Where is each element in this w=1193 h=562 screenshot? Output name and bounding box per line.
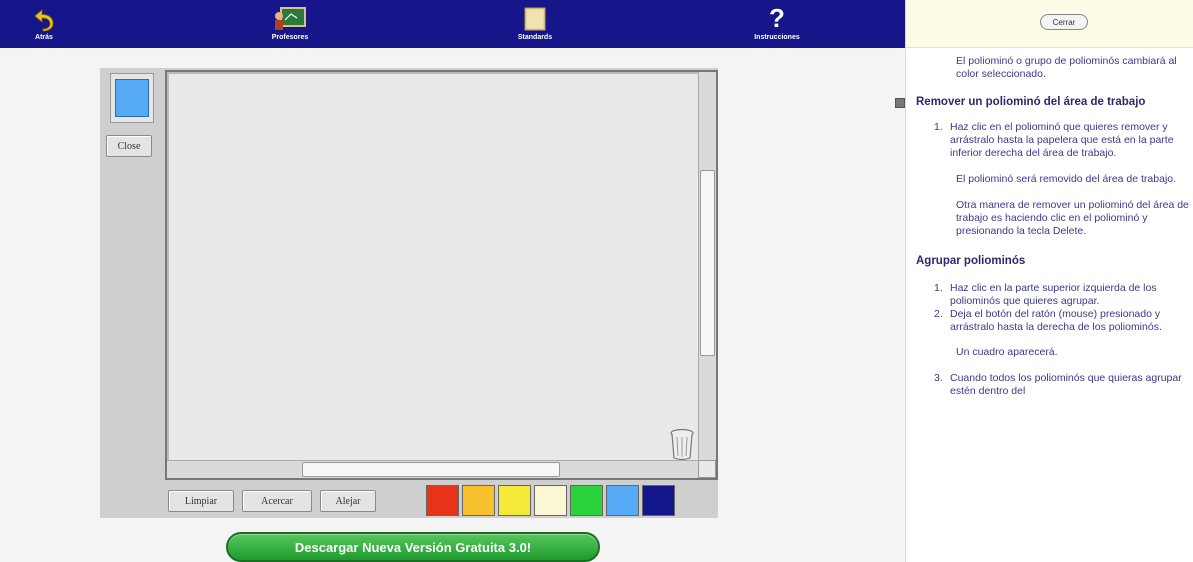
- help-content: El poliominó o grupo de poliominós cambi…: [906, 48, 1193, 398]
- color-swatch-1[interactable]: [426, 485, 459, 516]
- work-canvas[interactable]: [165, 70, 718, 480]
- step-number: 1.: [934, 282, 943, 294]
- polyomino-app: Close Limpiar Acercar Alejar: [100, 68, 718, 518]
- panel-toggle-icon[interactable]: [895, 98, 905, 108]
- scroll-corner: [698, 460, 716, 478]
- color-swatch-2[interactable]: [462, 485, 495, 516]
- step-text: Deja el botón del ratón (mouse) presiona…: [950, 308, 1162, 333]
- standards-label: Standards: [517, 34, 553, 41]
- step-text: Cuando todos los poliominós que quieras …: [950, 372, 1182, 397]
- trash-can-icon[interactable]: [667, 426, 697, 462]
- top-nav-bar: Atrás Profesores Standards ? Instruccion…: [0, 0, 905, 48]
- step-number: 1.: [934, 121, 943, 133]
- color-swatch-5[interactable]: [570, 485, 603, 516]
- step-text: Haz clic en el poliominó que quieres rem…: [950, 121, 1174, 159]
- color-swatch-4[interactable]: [534, 485, 567, 516]
- zoom-out-button[interactable]: Alejar: [320, 490, 376, 512]
- standards-page-icon: [523, 2, 547, 32]
- back-button[interactable]: Atrás: [22, 2, 66, 41]
- group-step-2: 2. Deja el botón del ratón (mouse) presi…: [906, 308, 1193, 334]
- bottom-toolbar: Limpiar Acercar Alejar: [165, 482, 718, 518]
- color-swatch-6[interactable]: [606, 485, 639, 516]
- vertical-scroll-thumb[interactable]: [700, 170, 715, 356]
- download-button[interactable]: Descargar Nueva Versión Gratuita 3.0!: [226, 532, 600, 562]
- help-intro: El poliominó o grupo de poliominós cambi…: [956, 55, 1177, 80]
- remove-note-2: Otra manera de remover un poliominó del …: [956, 199, 1189, 237]
- remove-heading: Remover un poliominó del área de trabajo: [916, 96, 1146, 108]
- teachers-button[interactable]: Profesores: [255, 2, 325, 41]
- group-heading: Agrupar poliominós: [916, 255, 1026, 267]
- remove-step-1: 1. Haz clic en el poliominó que quieres …: [906, 121, 1193, 160]
- selected-color-preview: [110, 73, 154, 123]
- selected-color-swatch: [115, 79, 149, 117]
- help-panel-header: Cerrar: [906, 0, 1193, 48]
- color-swatch-7[interactable]: [642, 485, 675, 516]
- group-step-1: 1. Haz clic en la parte superior izquier…: [906, 282, 1193, 308]
- color-palette: [426, 485, 675, 516]
- step-number: 2.: [934, 308, 943, 320]
- horizontal-scrollbar[interactable]: [167, 460, 698, 478]
- teachers-board-icon: [273, 2, 307, 32]
- step-number: 3.: [934, 372, 943, 384]
- color-swatch-3[interactable]: [498, 485, 531, 516]
- close-button[interactable]: Close: [106, 135, 152, 157]
- vertical-scrollbar[interactable]: [698, 72, 716, 462]
- close-help-button[interactable]: Cerrar: [1040, 14, 1088, 30]
- zoom-in-button[interactable]: Acercar: [242, 490, 312, 512]
- remove-note-1: El poliominó será removido del área de t…: [956, 173, 1177, 185]
- step-text: Haz clic en la parte superior izquierda …: [950, 282, 1157, 307]
- horizontal-scroll-thumb[interactable]: [302, 462, 560, 477]
- instructions-label: Instrucciones: [754, 34, 800, 41]
- back-arrow-icon: [33, 2, 55, 32]
- back-label: Atrás: [35, 34, 53, 41]
- group-step-3: 3. Cuando todos los poliominós que quier…: [906, 372, 1193, 398]
- standards-button[interactable]: Standards: [505, 2, 565, 41]
- help-panel: Cerrar El poliominó o grupo de poliominó…: [905, 0, 1193, 562]
- teachers-label: Profesores: [271, 34, 309, 41]
- workspace-area: Close Limpiar Acercar Alejar Descargar N…: [0, 48, 905, 562]
- clear-button[interactable]: Limpiar: [168, 490, 234, 512]
- group-note-1: Un cuadro aparecerá.: [956, 346, 1058, 358]
- instructions-button[interactable]: ? Instrucciones: [742, 2, 812, 41]
- question-mark-icon: ?: [769, 3, 785, 33]
